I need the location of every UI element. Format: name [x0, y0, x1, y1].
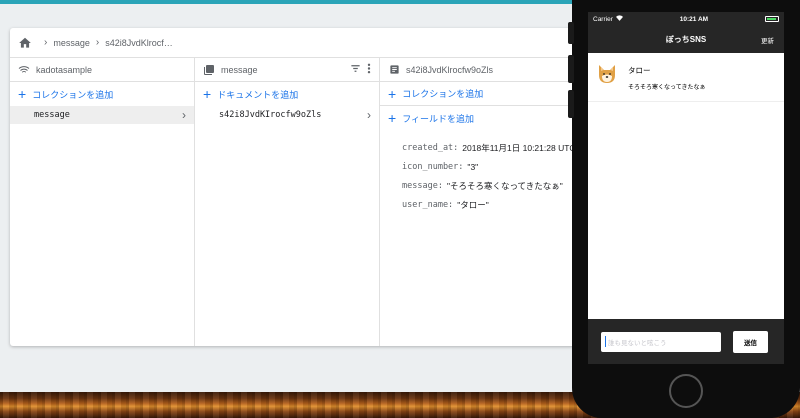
breadcrumb: › message › s42i8JvdKlrocf…	[10, 28, 590, 58]
field-key: icon_number:	[402, 161, 464, 172]
home-icon[interactable]	[18, 36, 32, 50]
post-author: タロー	[628, 66, 651, 75]
add-document-button[interactable]: + ドキュメントを追加	[195, 82, 379, 106]
shiba-dog-icon	[596, 63, 618, 85]
document-list-item[interactable]: s42i8JvdKIrocfw9oZls ›	[195, 106, 379, 124]
add-collection-label: コレクションを追加	[32, 89, 114, 100]
breadcrumb-item-document[interactable]: s42i8JvdKlrocf…	[105, 38, 173, 48]
plus-icon: +	[388, 85, 397, 102]
message-input[interactable]: 誰も見ないと呟こう	[601, 331, 721, 352]
collection-column: message + ドキュメントを追加 s42i8JvdKIrocfw9oZls…	[195, 58, 380, 346]
chevron-right-icon: ›	[95, 37, 100, 48]
document-icon	[388, 64, 400, 76]
plus-icon: +	[18, 86, 27, 102]
field-value: 2018年11月1日 10:21:28 UTC+9	[462, 142, 586, 153]
post-list-item[interactable]: タロー そろそろ寒くなってきたなぁ	[588, 53, 784, 102]
collection-list-item[interactable]: message ›	[10, 106, 194, 124]
send-button[interactable]: 送信	[733, 330, 768, 353]
compose-bar: 誰も見ないと呟こう 送信	[588, 319, 784, 364]
collection-item-label: message	[34, 110, 70, 120]
field-key: message:	[402, 180, 443, 191]
add-document-label: ドキュメントを追加	[217, 89, 299, 100]
carrier-label: Carrier	[593, 15, 613, 23]
phone-home-button[interactable]	[669, 374, 703, 408]
breadcrumb-item-collection[interactable]: message	[53, 38, 90, 48]
add-collection-button[interactable]: + コレクションを追加	[10, 82, 194, 106]
filter-icon[interactable]	[350, 63, 361, 77]
phone-volume-down-button	[568, 90, 574, 118]
firestore-data-panel: › message › s42i8JvdKlrocf… kadotasample…	[10, 28, 590, 346]
message-input-placeholder: 誰も見ないと呟こう	[608, 339, 667, 347]
app-navbar: ぼっちSNS 更新	[588, 26, 784, 53]
console-topbar	[0, 4, 580, 24]
field-key: created_at:	[402, 142, 459, 153]
phone-side-button	[568, 22, 574, 44]
collection-icon	[203, 64, 215, 76]
app-screen: Carrier 10:21 AM ぼっちSNS 更新 タロー そろそろ寒くなって…	[588, 12, 784, 364]
field-key: user_name:	[402, 199, 454, 210]
project-column-header: kadotasample	[10, 58, 194, 82]
field-row[interactable]: icon_number: "3"	[402, 157, 590, 176]
chevron-right-icon: ›	[182, 108, 186, 122]
collection-title: message	[221, 64, 258, 75]
project-column: kadotasample + コレクションを追加 message ›	[10, 58, 195, 346]
field-row[interactable]: created_at: 2018年11月1日 10:21:28 UTC+9	[402, 138, 590, 157]
document-item-label: s42i8JvdKIrocfw9oZls	[219, 110, 322, 120]
chevron-right-icon: ›	[367, 108, 371, 122]
status-time: 10:21 AM	[679, 15, 709, 23]
phone-volume-up-button	[568, 55, 574, 83]
plus-icon: +	[388, 110, 397, 126]
wifi-icon	[615, 15, 623, 23]
app-title: ぼっちSNS	[665, 35, 707, 44]
chevron-right-icon: ›	[44, 37, 48, 48]
collection-column-header: message	[195, 58, 379, 82]
post-message: そろそろ寒くなってきたなぁ	[628, 85, 706, 91]
refresh-button[interactable]: 更新	[761, 35, 774, 45]
database-icon	[18, 64, 30, 76]
document-title: s42i8JvdKlrocfw9oZls	[406, 64, 494, 75]
add-field-label: フィールドを追加	[402, 113, 475, 124]
project-title: kadotasample	[36, 64, 93, 75]
add-subcollection-label: コレクションを追加	[402, 89, 484, 99]
field-value: "3"	[467, 161, 479, 172]
battery-icon	[765, 16, 779, 22]
field-row[interactable]: user_name: "タロー"	[402, 195, 590, 214]
status-bar: Carrier 10:21 AM	[588, 12, 784, 26]
plus-icon: +	[203, 86, 212, 102]
document-column-header: s42i8JvdKlrocfw9oZls	[380, 58, 590, 82]
more-vert-icon[interactable]	[367, 63, 371, 77]
add-field-button[interactable]: + フィールドを追加	[380, 106, 590, 130]
text-caret	[605, 336, 606, 347]
document-column: s42i8JvdKlrocfw9oZls + コレクションを追加 + フィールド…	[380, 58, 590, 346]
field-row[interactable]: message: "そろそろ寒くなってきたなぁ"	[402, 176, 590, 195]
field-value: "そろそろ寒くなってきたなぁ"	[446, 180, 563, 191]
field-list: created_at: 2018年11月1日 10:21:28 UTC+9 ic…	[380, 130, 590, 214]
field-value: "タロー"	[457, 199, 489, 210]
add-subcollection-button[interactable]: + コレクションを追加	[380, 82, 590, 106]
